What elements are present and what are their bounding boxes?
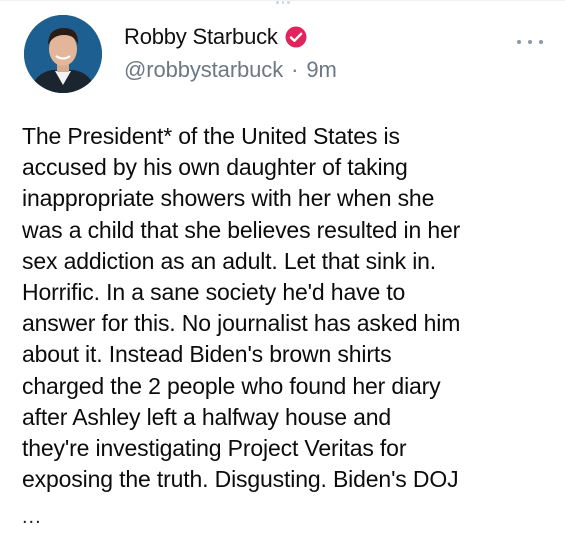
author-handle[interactable]: @robbystarbuck [124,57,283,83]
drag-handle-icon [276,1,291,6]
tweet-card[interactable]: Robby Starbuck @robbystarbuck · 9m The P… [0,0,565,542]
tweet-timestamp[interactable]: 9m [306,57,336,83]
more-options-icon[interactable] [517,37,543,47]
avatar-image [24,15,102,93]
author-meta-row: @robbystarbuck · 9m [124,57,337,83]
verified-badge-icon [285,26,307,48]
author-name-row[interactable]: Robby Starbuck [124,23,307,51]
meta-separator: · [291,57,299,82]
author-display-name[interactable]: Robby Starbuck [124,24,278,50]
tweet-body-text: The President* of the United States is a… [22,123,461,493]
avatar[interactable] [24,15,102,93]
tweet-truncation-ellipsis[interactable]: ... [22,507,42,527]
